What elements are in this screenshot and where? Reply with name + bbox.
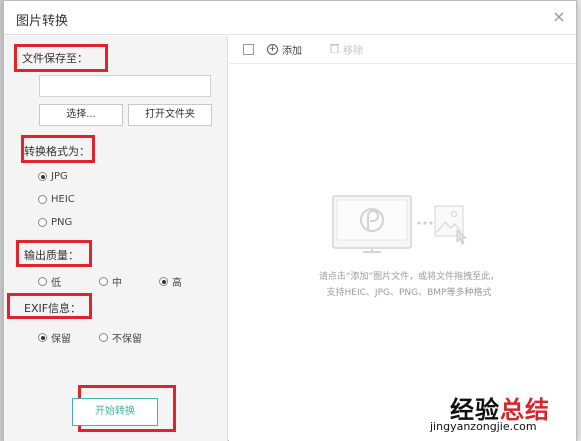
image-convert-dialog: 图片转换 × 文件保存至： 选择... 打开文件夹 转换格式为： JPG HEI… xyxy=(3,0,577,441)
format-option-label: JPG xyxy=(51,171,68,182)
format-option-heic[interactable]: HEIC xyxy=(38,194,75,205)
exif-label: EXIF信息： xyxy=(24,302,82,315)
save-path-input[interactable] xyxy=(39,75,211,97)
radio-unchecked-icon xyxy=(99,333,108,342)
file-list-panel: + 添加 移除 请点击“添加”图片文件，或将文件拖拽至此， 支持HEIC、JPG… xyxy=(229,36,576,441)
open-folder-button[interactable]: 打开文件夹 xyxy=(128,104,212,126)
start-convert-button[interactable]: 开始转换 xyxy=(72,398,158,426)
save-location-label: 文件保存至： xyxy=(22,52,88,65)
quality-option-low[interactable]: 低 xyxy=(38,274,61,289)
radio-checked-icon xyxy=(38,172,47,181)
exif-option-keep[interactable]: 保留 xyxy=(38,330,71,345)
radio-checked-icon xyxy=(38,333,47,342)
remove-button[interactable]: 移除 xyxy=(330,42,363,57)
exif-option-discard[interactable]: 不保留 xyxy=(99,330,142,345)
quality-option-label: 中 xyxy=(112,278,122,289)
plus-circle-icon: + xyxy=(267,44,278,55)
dialog-titlebar: 图片转换 × xyxy=(4,1,576,35)
quality-option-label: 高 xyxy=(172,278,182,289)
empty-hint-line-1: 请点击“添加”图片文件，或将文件拖拽至此， xyxy=(318,272,500,282)
file-toolbar: + 添加 移除 xyxy=(229,36,576,64)
close-icon[interactable]: × xyxy=(550,8,568,26)
format-option-label: PNG xyxy=(51,217,73,228)
format-label: 转换格式为： xyxy=(24,145,90,158)
format-option-label: HEIC xyxy=(51,194,75,205)
quality-option-high[interactable]: 高 xyxy=(159,274,182,289)
select-all-checkbox[interactable] xyxy=(243,44,254,55)
add-button[interactable]: + 添加 xyxy=(267,42,302,57)
radio-unchecked-icon xyxy=(99,277,108,286)
trash-icon xyxy=(330,43,339,56)
radio-unchecked-icon xyxy=(38,277,47,286)
format-option-jpg[interactable]: JPG xyxy=(38,171,68,182)
exif-option-label: 不保留 xyxy=(112,334,142,345)
radio-checked-icon xyxy=(159,277,168,286)
empty-hint-line-2: 支持HEIC、JPG、PNG、BMP等多种格式 xyxy=(326,288,492,298)
add-label: 添加 xyxy=(282,46,302,57)
choose-folder-button[interactable]: 选择... xyxy=(39,104,123,126)
quality-option-label: 低 xyxy=(51,278,61,289)
radio-unchecked-icon xyxy=(38,195,47,204)
quality-label: 输出质量： xyxy=(24,249,79,262)
format-option-png[interactable]: PNG xyxy=(38,217,72,228)
remove-label: 移除 xyxy=(343,46,363,57)
quality-option-medium[interactable]: 中 xyxy=(99,274,122,289)
empty-state-illustration-icon xyxy=(332,195,467,253)
dialog-title: 图片转换 xyxy=(16,14,69,29)
settings-panel: 文件保存至： 选择... 打开文件夹 转换格式为： JPG HEIC PNG 输… xyxy=(4,36,228,441)
exif-option-label: 保留 xyxy=(51,334,71,345)
radio-unchecked-icon xyxy=(38,218,47,227)
